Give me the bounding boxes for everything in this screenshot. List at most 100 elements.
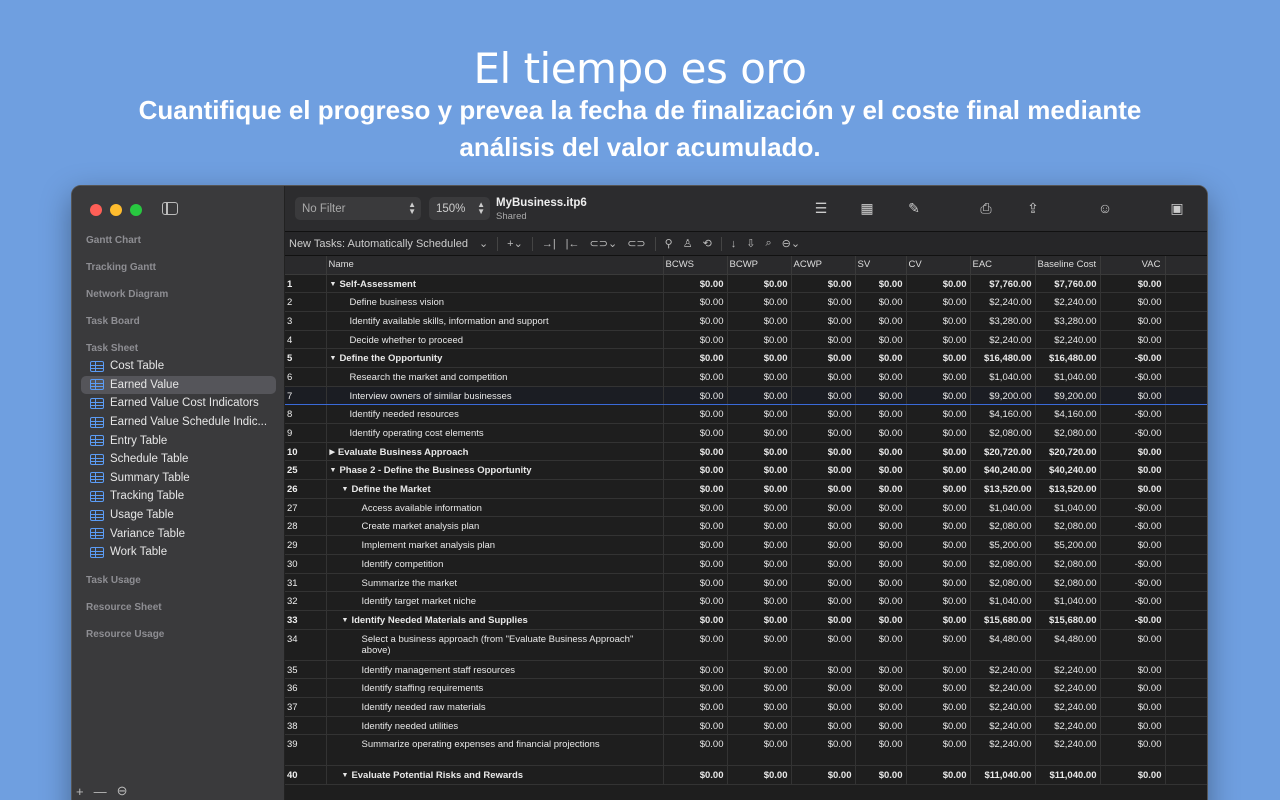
print-icon[interactable]: ⎙ <box>977 200 995 216</box>
sidebar-section-gantt[interactable]: Gantt Chart <box>86 235 141 246</box>
column-header-bcwp[interactable]: BCWP <box>727 256 792 275</box>
remove-button[interactable]: — <box>94 784 107 799</box>
disclosure-expanded-icon[interactable]: ▼ <box>330 281 337 288</box>
table-row[interactable]: 35 Identify management staff resources $0.… <box>285 660 1207 680</box>
sidebar-item-ev-cost-indicators[interactable]: Earned Value Cost Indicators <box>81 394 276 413</box>
task-name-cell[interactable]: ▼ Identify Needed Materials and Supplies <box>326 610 664 630</box>
sidebar-item-variance-table[interactable]: Variance Table <box>81 524 276 543</box>
brush-icon[interactable]: ✎ <box>905 200 923 216</box>
table-row[interactable]: 8 Identify needed resources $0.00 $0.00 $0.0… <box>285 404 1207 424</box>
task-name-cell[interactable]: Identify competition <box>326 554 664 574</box>
add-task-icon[interactable]: +⌄ <box>507 237 523 250</box>
table-row[interactable]: 6 Research the market and competition $0.0… <box>285 367 1207 387</box>
sidebar-item-ev-schedule-indicators[interactable]: Earned Value Schedule Indic... <box>81 413 276 432</box>
table-row[interactable]: 7 Interview owners of similar businesses $… <box>285 385 1207 406</box>
table-row[interactable]: 4 Decide whether to proceed $0.00 $0.00 $0.0… <box>285 330 1207 350</box>
task-name-cell[interactable]: Interview owners of similar businesses <box>326 385 664 406</box>
sidebar-section-resource-sheet[interactable]: Resource Sheet <box>86 602 162 613</box>
zoom-window-button[interactable] <box>130 204 142 216</box>
sidebar-section-resource-usage[interactable]: Resource Usage <box>86 629 164 640</box>
disclosure-collapsed-icon[interactable]: ▶ <box>330 448 335 456</box>
indent-icon[interactable]: →| <box>542 238 556 250</box>
disclosure-expanded-icon[interactable]: ▼ <box>342 486 349 493</box>
task-name-cell[interactable]: Identify management staff resources <box>326 660 664 680</box>
task-name-cell[interactable]: Define business vision <box>326 292 664 312</box>
table-row[interactable]: 5 ▼ Define the Opportunity $0.00 $0.00 $0.00 $… <box>285 348 1207 368</box>
inspector-toggle-icon[interactable]: ▣ <box>1168 200 1186 216</box>
table-row[interactable]: 26 ▼ Define the Market $0.00 $0.00 $0.00 $0.00… <box>285 479 1207 499</box>
task-name-cell[interactable]: Access available information <box>326 498 664 518</box>
sidebar-item-work-table[interactable]: Work Table <box>81 543 276 562</box>
column-header-id[interactable] <box>285 256 327 275</box>
table-row[interactable]: 27 Access available information $0.00 $0.00… <box>285 498 1207 518</box>
zoom-select[interactable]: 150% ▲ ▼ <box>429 197 490 220</box>
sidebar-section-network[interactable]: Network Diagram <box>86 289 168 300</box>
table-row[interactable]: 34 Select a business approach (from "Eval… <box>285 629 1207 661</box>
task-name-cell[interactable]: Identify operating cost elements <box>326 423 664 443</box>
table-row[interactable]: 39 Summarize operating expenses and finan… <box>285 734 1207 767</box>
task-name-cell[interactable]: Identify needed raw materials <box>326 697 664 717</box>
sidebar-item-usage-table[interactable]: Usage Table <box>81 506 276 525</box>
table-row[interactable]: 1 ▼ Self-Assessment $0.00 $0.00 $0.00 $0.00 $0.… <box>285 274 1207 294</box>
disclosure-expanded-icon[interactable]: ▼ <box>342 772 349 779</box>
task-name-cell[interactable]: Summarize operating expenses and financi… <box>326 734 664 767</box>
sidebar-item-schedule-table[interactable]: Schedule Table <box>81 450 276 469</box>
table-row[interactable]: 10 ▶ Evaluate Business Approach $0.00 $0.00 $… <box>285 442 1207 462</box>
column-header-name[interactable]: Name <box>326 256 664 275</box>
task-name-cell[interactable]: ▼ Self-Assessment <box>326 274 664 294</box>
table-row[interactable]: 25 ▼ Phase 2 - Define the Business Opportu… <box>285 460 1207 481</box>
column-header-eac[interactable]: EAC <box>970 256 1036 275</box>
task-name-cell[interactable]: Identify needed utilities <box>326 716 664 736</box>
table-row[interactable]: 36 Identify staffing requirements $0.00 $0.… <box>285 678 1207 698</box>
column-header-sv[interactable]: SV <box>855 256 907 275</box>
calendar-icon[interactable]: ▦ <box>858 200 876 216</box>
resource-icon[interactable]: ♙ <box>683 237 693 250</box>
sidebar-toggle-icon[interactable] <box>162 202 178 215</box>
add-button[interactable]: + <box>76 784 84 799</box>
assign-resource-icon[interactable]: ⚲ <box>665 237 673 250</box>
task-name-cell[interactable]: ▼ Define the Market <box>326 479 664 499</box>
minimize-window-button[interactable] <box>110 204 122 216</box>
task-name-cell[interactable]: Identify needed resources <box>326 404 664 424</box>
column-header-cv[interactable]: CV <box>906 256 971 275</box>
sidebar-section-tracking-gantt[interactable]: Tracking Gantt <box>86 262 156 273</box>
task-name-cell[interactable]: Identify available skills, information a… <box>326 311 664 331</box>
table-row[interactable]: 37 Identify needed raw materials $0.00 $0.0… <box>285 697 1207 717</box>
share-icon[interactable]: ⇪ <box>1024 200 1042 216</box>
task-name-cell[interactable]: ▼ Evaluate Potential Risks and Rewards <box>326 765 664 785</box>
smiley-icon[interactable]: ☺ <box>1096 200 1114 216</box>
task-name-cell[interactable]: Implement market analysis plan <box>326 535 664 555</box>
table-row[interactable]: 31 Summarize the market $0.00 $0.00 $0.00 $0.… <box>285 573 1207 593</box>
sidebar-item-summary-table[interactable]: Summary Table <box>81 469 276 488</box>
disclosure-expanded-icon[interactable]: ▼ <box>330 467 337 474</box>
more-options-button[interactable]: ⊖ <box>117 783 128 799</box>
sidebar-item-cost-table[interactable]: Cost Table <box>81 357 276 376</box>
task-name-cell[interactable]: ▶ Evaluate Business Approach <box>326 442 664 462</box>
chevron-down-icon[interactable]: ⌄ <box>479 237 488 250</box>
filter-select[interactable]: No Filter ▲ ▼ <box>295 197 421 220</box>
table-row[interactable]: 32 Identify target market niche $0.00 $0.00… <box>285 591 1207 611</box>
task-name-cell[interactable]: ▼ Define the Opportunity <box>326 348 664 368</box>
column-header-acwp[interactable]: ACWP <box>791 256 856 275</box>
sliders-icon[interactable]: ☰ <box>812 200 830 216</box>
more-icon[interactable]: ⊖⌄ <box>782 237 800 250</box>
link-icon[interactable]: ⊂⊃⌄ <box>590 237 618 250</box>
sidebar-section-board[interactable]: Task Board <box>86 316 140 327</box>
column-header-bcws[interactable]: BCWS <box>663 256 728 275</box>
task-name-cell[interactable]: Create market analysis plan <box>326 516 664 537</box>
table-row[interactable]: 33 ▼ Identify Needed Materials and Supplie… <box>285 610 1207 630</box>
reschedule-icon[interactable]: ⟲ <box>703 237 712 250</box>
sidebar-section-usage[interactable]: Task Usage <box>86 575 141 586</box>
task-name-cell[interactable]: Decide whether to proceed <box>326 330 664 350</box>
sidebar-item-entry-table[interactable]: Entry Table <box>81 431 276 450</box>
close-window-button[interactable] <box>90 204 102 216</box>
task-name-cell[interactable]: Summarize the market <box>326 573 664 593</box>
move-down-icon[interactable]: ↓ <box>731 238 737 250</box>
task-name-cell[interactable]: Select a business approach (from "Evalua… <box>326 629 664 661</box>
sidebar-section-sheet[interactable]: Task Sheet <box>86 343 138 354</box>
table-row[interactable]: 30 Identify competition $0.00 $0.00 $0.00 $0.… <box>285 554 1207 574</box>
table-row[interactable]: 40 ▼ Evaluate Potential Risks and Rewards $… <box>285 765 1207 785</box>
task-name-cell[interactable]: Identify staffing requirements <box>326 678 664 698</box>
task-name-cell[interactable]: Identify target market niche <box>326 591 664 611</box>
import-icon[interactable]: ⇩ <box>746 237 755 250</box>
